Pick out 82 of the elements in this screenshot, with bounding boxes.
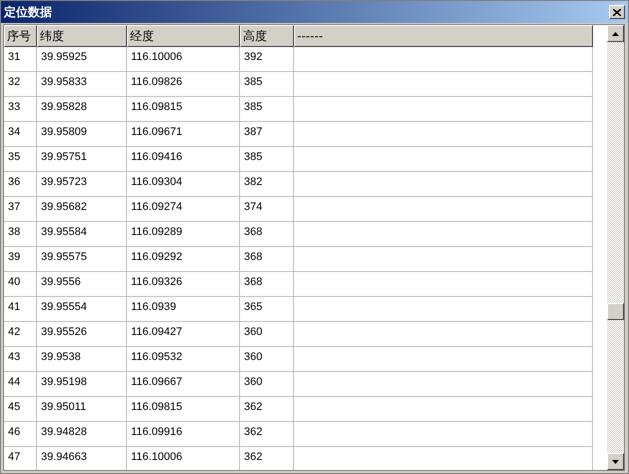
table-cell: 34 — [4, 122, 37, 147]
table-cell: 41 — [4, 297, 37, 322]
scroll-up-button[interactable] — [607, 25, 624, 42]
table-cell: 116.09532 — [127, 347, 240, 372]
table-cell: 374 — [240, 197, 294, 222]
table-cell: 116.09671 — [127, 122, 240, 147]
up-arrow-icon — [612, 32, 619, 36]
table-cell: 32 — [4, 72, 37, 97]
table-cell: 38 — [4, 222, 37, 247]
table-cell: 360 — [240, 347, 294, 372]
table-cell: 362 — [240, 447, 294, 470]
table-cell: 39.95011 — [37, 397, 127, 422]
table-cell: 116.09416 — [127, 147, 240, 172]
table-cell: 116.0939 — [127, 297, 240, 322]
table-cell: 116.09427 — [127, 322, 240, 347]
table-cell: 31 — [4, 47, 37, 72]
table-cell: 45 — [4, 397, 37, 422]
table-cell: 35 — [4, 147, 37, 172]
table-cell: 39.94663 — [37, 447, 127, 470]
window-title: 定位数据 — [4, 4, 52, 21]
column-header[interactable]: 经度 — [127, 25, 240, 47]
table-cell: 39.95925 — [37, 47, 127, 72]
table-cell: 360 — [240, 372, 294, 397]
table-cell: 37 — [4, 197, 37, 222]
table-cell: 39.9556 — [37, 272, 127, 297]
table-cell: 39.95828 — [37, 97, 127, 122]
table-cell: 39.95723 — [37, 172, 127, 197]
scroll-down-button[interactable] — [607, 453, 624, 470]
close-icon — [613, 8, 621, 16]
column-header[interactable]: ------ — [294, 25, 593, 47]
table-cell: 39.95833 — [37, 72, 127, 97]
table-cell: 39 — [4, 247, 37, 272]
table-cell: 39.95554 — [37, 297, 127, 322]
table-cell: 42 — [4, 322, 37, 347]
scroll-thumb[interactable] — [607, 303, 624, 320]
column-header[interactable]: 序号 — [4, 25, 37, 47]
table-cell: 116.09289 — [127, 222, 240, 247]
table-cell: 362 — [240, 397, 294, 422]
table-cell: 39.9538 — [37, 347, 127, 372]
table-cell: 362 — [240, 422, 294, 447]
table-cell: 47 — [4, 447, 37, 470]
table-cell: 44 — [4, 372, 37, 397]
table-cell: 387 — [240, 122, 294, 147]
table-cell: 116.10006 — [127, 47, 240, 72]
table-cell: 365 — [240, 297, 294, 322]
table-cell: 116.09326 — [127, 272, 240, 297]
column-header[interactable]: 高度 — [240, 25, 294, 47]
table-cell: 116.09292 — [127, 247, 240, 272]
table-cell: 116.09304 — [127, 172, 240, 197]
table-cell: 116.09815 — [127, 97, 240, 122]
table-cell: 368 — [240, 222, 294, 247]
table-cell: 392 — [240, 47, 294, 72]
table-cell: 116.09826 — [127, 72, 240, 97]
table-cell: 39.95584 — [37, 222, 127, 247]
table-cell: 116.09815 — [127, 397, 240, 422]
table-cell: 39.94828 — [37, 422, 127, 447]
table-cell: 46 — [4, 422, 37, 447]
column-header[interactable]: 纬度 — [37, 25, 127, 47]
table-cell: 39.95575 — [37, 247, 127, 272]
table-cell: 116.09667 — [127, 372, 240, 397]
table-cell: 39.95682 — [37, 197, 127, 222]
table-cell: 385 — [240, 72, 294, 97]
table-cell: 116.09916 — [127, 422, 240, 447]
table-cell: 40 — [4, 272, 37, 297]
table-cell: 116.09274 — [127, 197, 240, 222]
table-cell: 36 — [4, 172, 37, 197]
table-cell: 368 — [240, 247, 294, 272]
table-cell: 382 — [240, 172, 294, 197]
table-cell: 33 — [4, 97, 37, 122]
table-cell: 39.95809 — [37, 122, 127, 147]
table-cell: 385 — [240, 97, 294, 122]
table-cell: 116.10006 — [127, 447, 240, 470]
table-cell: 39.95751 — [37, 147, 127, 172]
table-cell: 39.95526 — [37, 322, 127, 347]
table-cell: 43 — [4, 347, 37, 372]
table-cell: 39.95198 — [37, 372, 127, 397]
close-button[interactable] — [609, 5, 625, 19]
table-cell: 368 — [240, 272, 294, 297]
down-arrow-icon — [612, 460, 619, 464]
table-cell: 385 — [240, 147, 294, 172]
table-cell: 360 — [240, 322, 294, 347]
scrollbar[interactable] — [607, 25, 624, 470]
